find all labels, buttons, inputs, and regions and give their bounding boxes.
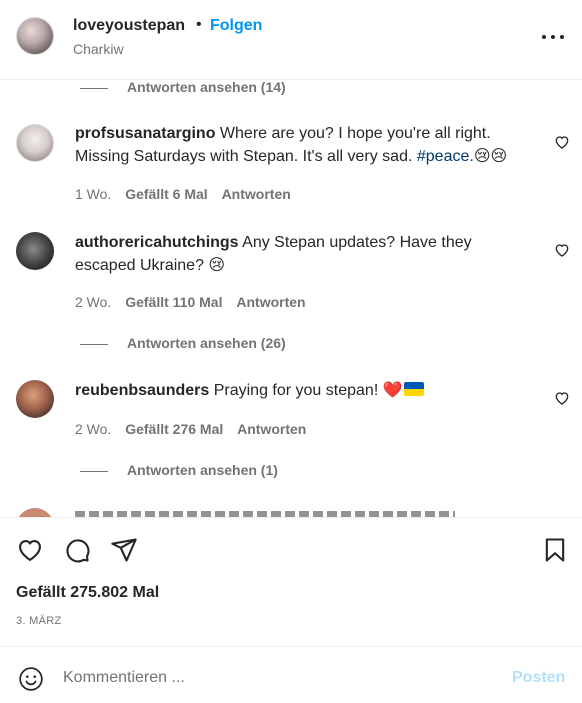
next-comment-text-cutoff xyxy=(75,509,455,517)
view-replies-button[interactable]: Antworten ansehen (26) xyxy=(80,335,286,351)
reply-button[interactable]: Antworten xyxy=(237,421,306,437)
comment-likes-count[interactable]: Gefällt 110 Mal xyxy=(125,294,222,310)
next-commenter-avatar[interactable] xyxy=(16,508,54,517)
commenter-avatar[interactable] xyxy=(16,124,54,162)
separator-dot: • xyxy=(196,16,202,33)
view-replies-label: Antworten ansehen (1) xyxy=(127,462,278,478)
add-comment-bar: Posten xyxy=(0,646,582,703)
hashtag-link[interactable]: #peace. xyxy=(417,148,474,165)
comment-text: reubenbsaunders Praying for you stepan! … xyxy=(75,379,535,402)
red-heart-emoji: ❤️ xyxy=(382,380,403,399)
comment-like-heart-icon[interactable] xyxy=(554,390,570,406)
replies-divider-line xyxy=(80,87,108,89)
post-date[interactable]: 3. MÄRZ xyxy=(16,615,62,627)
post-actions: Gefällt 275.802 Mal 3. MÄRZ xyxy=(0,517,582,648)
follow-button[interactable]: Folgen xyxy=(210,17,262,35)
post-comment-button[interactable]: Posten xyxy=(512,669,565,687)
commenter-avatar[interactable] xyxy=(16,232,54,270)
comment-body: Praying for you stepan! xyxy=(213,382,383,399)
comment-like-heart-icon[interactable] xyxy=(554,242,570,258)
more-options-icon[interactable] xyxy=(540,26,566,46)
crying-emoji: 😢😢 xyxy=(473,146,508,165)
reply-button[interactable]: Antworten xyxy=(236,294,305,310)
comment-likes-count[interactable]: Gefällt 6 Mal xyxy=(125,186,207,202)
comment-time[interactable]: 1 Wo. xyxy=(75,186,111,202)
comment-meta: 2 Wo. Gefällt 110 Mal Antworten xyxy=(75,294,316,310)
comment-icon[interactable] xyxy=(63,536,91,564)
bookmark-icon[interactable] xyxy=(541,536,569,564)
share-icon[interactable] xyxy=(110,536,138,564)
commenter-username[interactable]: reubenbsaunders xyxy=(75,382,209,399)
comment-meta: 2 Wo. Gefällt 276 Mal Antworten xyxy=(75,421,316,437)
location-link[interactable]: Charkiw xyxy=(73,41,124,57)
comment-time[interactable]: 2 Wo. xyxy=(75,421,111,437)
author-avatar[interactable] xyxy=(16,17,54,55)
replies-divider-line xyxy=(80,343,108,345)
smiley-icon[interactable] xyxy=(18,666,44,692)
heart-icon[interactable] xyxy=(16,536,44,564)
replies-divider-line xyxy=(80,470,108,472)
commenter-username[interactable]: profsusanatargino xyxy=(75,125,215,142)
view-replies-label: Antworten ansehen (14) xyxy=(127,80,286,95)
commenter-avatar[interactable] xyxy=(16,380,54,418)
comment-meta: 1 Wo. Gefällt 6 Mal Antworten xyxy=(75,186,301,202)
comments-list[interactable]: Antworten ansehen (14) profsusanatargino… xyxy=(0,80,582,517)
ukraine-flag-icon xyxy=(403,382,424,396)
comment-text: authorericahutchings Any Stepan updates?… xyxy=(75,232,535,277)
author-username[interactable]: loveyoustepan xyxy=(73,17,185,35)
view-replies-button[interactable]: Antworten ansehen (14) xyxy=(80,80,286,95)
comment-like-heart-icon[interactable] xyxy=(554,134,570,150)
comment-likes-count[interactable]: Gefällt 276 Mal xyxy=(125,421,223,437)
comment-time[interactable]: 2 Wo. xyxy=(75,294,111,310)
view-replies-label: Antworten ansehen (26) xyxy=(127,335,286,351)
commenter-username[interactable]: authorericahutchings xyxy=(75,234,239,251)
view-replies-button[interactable]: Antworten ansehen (1) xyxy=(80,462,278,478)
reply-button[interactable]: Antworten xyxy=(222,186,291,202)
comment-input[interactable] xyxy=(63,663,483,693)
crying-emoji: 😢 xyxy=(208,255,226,274)
comment-text: profsusanatargino Where are you? I hope … xyxy=(75,123,535,168)
post-likes-count[interactable]: Gefällt 275.802 Mal xyxy=(16,584,159,602)
post-header: loveyoustepan • Folgen Charkiw xyxy=(0,0,582,80)
